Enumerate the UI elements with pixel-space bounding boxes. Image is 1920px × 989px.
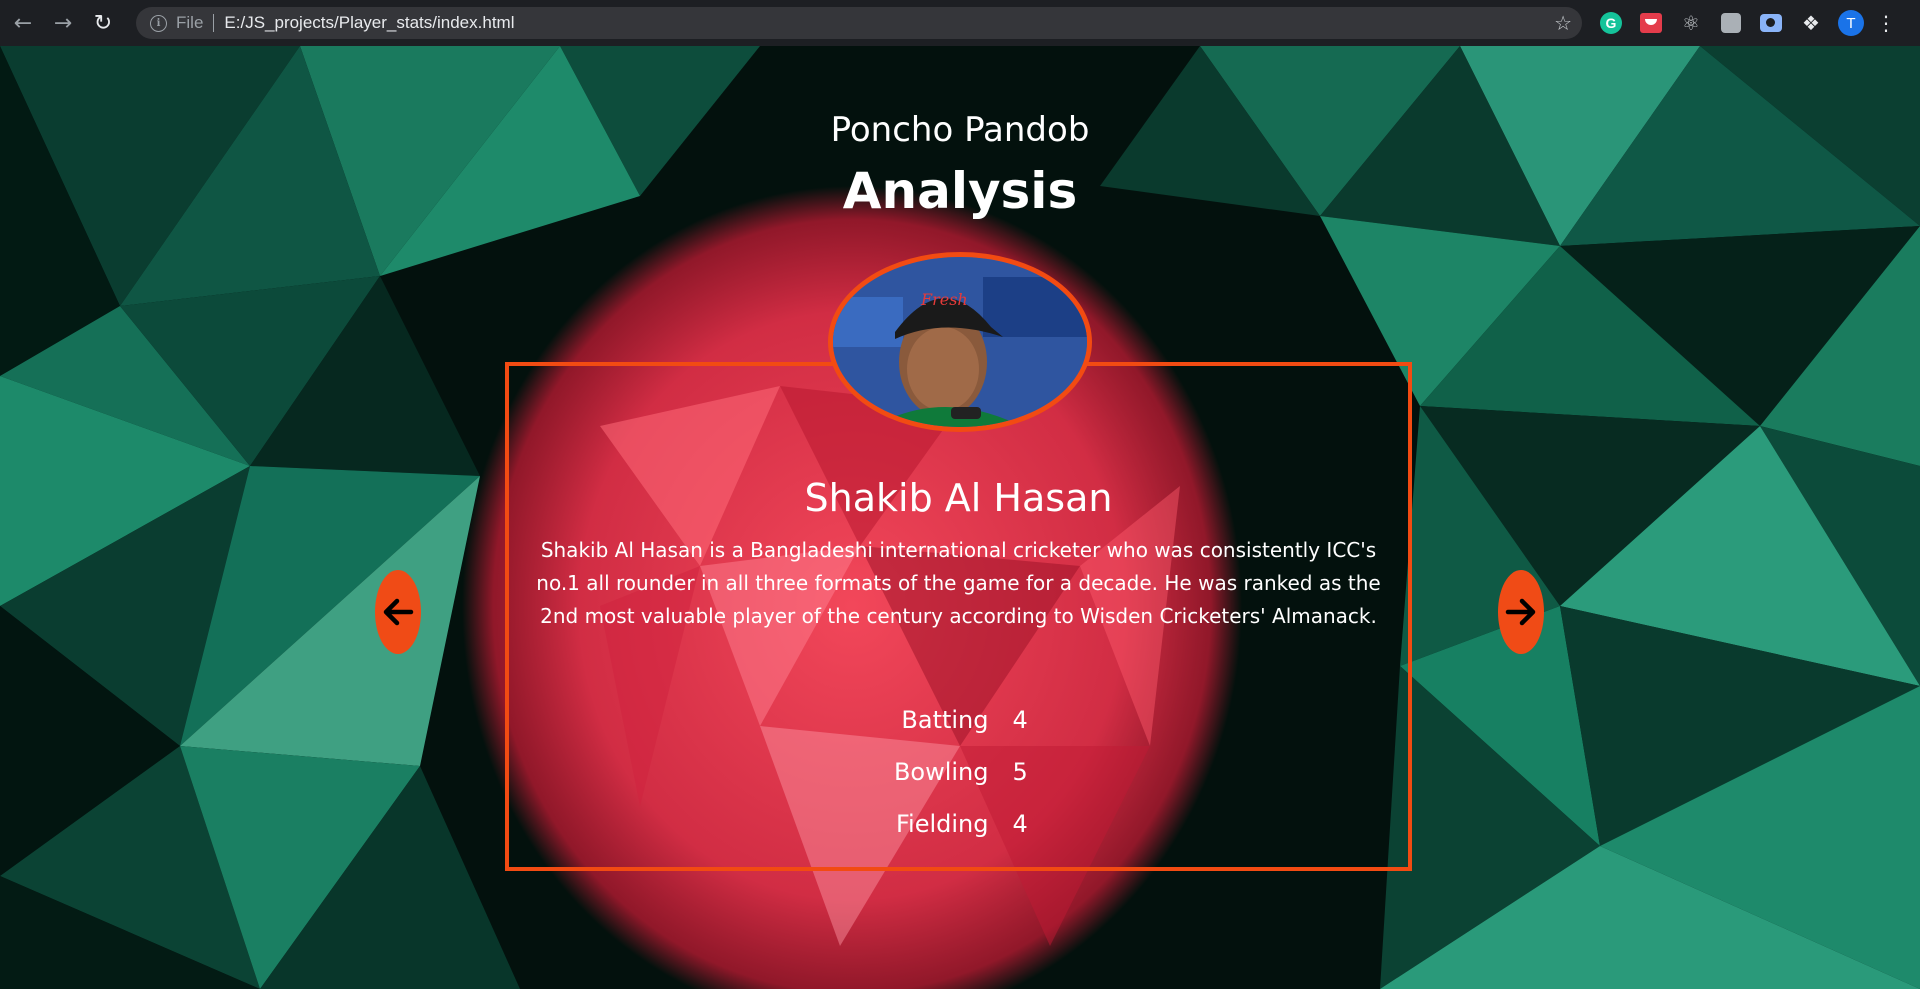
info-icon[interactable]: i xyxy=(150,14,167,32)
url-divider xyxy=(213,14,215,32)
cap-logo-text: Fresh xyxy=(920,290,968,309)
stat-value: 5 xyxy=(1012,758,1028,786)
stat-row-batting: Batting 4 xyxy=(505,694,1412,746)
pocket-icon[interactable] xyxy=(1636,9,1666,37)
previous-player-button[interactable] xyxy=(375,570,421,654)
grammarly-icon[interactable]: G xyxy=(1596,9,1626,37)
arrow-left-icon xyxy=(383,598,414,626)
profile-avatar[interactable]: T xyxy=(1836,9,1866,37)
react-devtools-icon[interactable]: ⚛ xyxy=(1676,9,1706,37)
address-bar[interactable]: i File E:/JS_projects/Player_stats/index… xyxy=(136,7,1582,39)
extensions-bar: G ⚛ ❖ T ⋮ xyxy=(1596,9,1896,37)
bookmark-star-icon[interactable]: ☆ xyxy=(1554,11,1572,35)
forward-arrow-icon[interactable]: → xyxy=(46,6,80,40)
stat-row-fielding: Fielding 4 xyxy=(505,798,1412,850)
player-name: Shakib Al Hasan xyxy=(804,476,1113,520)
arrow-right-icon xyxy=(1505,598,1536,626)
reload-icon[interactable]: ↻ xyxy=(86,6,120,40)
stat-row-bowling: Bowling 5 xyxy=(505,746,1412,798)
stat-value: 4 xyxy=(1012,810,1028,838)
browser-toolbar: ← → ↻ i File E:/JS_projects/Player_stats… xyxy=(0,0,1920,46)
back-arrow-icon[interactable]: ← xyxy=(6,6,40,40)
url-text[interactable]: E:/JS_projects/Player_stats/index.html xyxy=(224,13,514,33)
extension-icon[interactable] xyxy=(1716,9,1746,37)
menu-kebab-icon[interactable]: ⋮ xyxy=(1876,11,1896,35)
url-scheme: File xyxy=(176,13,204,32)
player-photo: Fresh xyxy=(828,252,1092,432)
extensions-puzzle-icon[interactable]: ❖ xyxy=(1796,9,1826,37)
stat-label: Bowling xyxy=(893,758,989,786)
page-title: Analysis xyxy=(842,162,1078,220)
site-name: Poncho Pandob xyxy=(830,110,1090,150)
page-viewport: Poncho Pandob Analysis Fresh Shakib Al H… xyxy=(0,46,1920,989)
stat-label: Batting xyxy=(901,706,989,734)
player-stats: Batting 4 Bowling 5 Fielding 4 xyxy=(505,694,1412,850)
next-player-button[interactable] xyxy=(1498,570,1544,654)
player-bio: Shakib Al Hasan is a Bangladeshi interna… xyxy=(536,538,1381,628)
screen-capture-icon[interactable] xyxy=(1756,9,1786,37)
stat-label: Fielding xyxy=(895,810,989,838)
stat-value: 4 xyxy=(1012,706,1028,734)
